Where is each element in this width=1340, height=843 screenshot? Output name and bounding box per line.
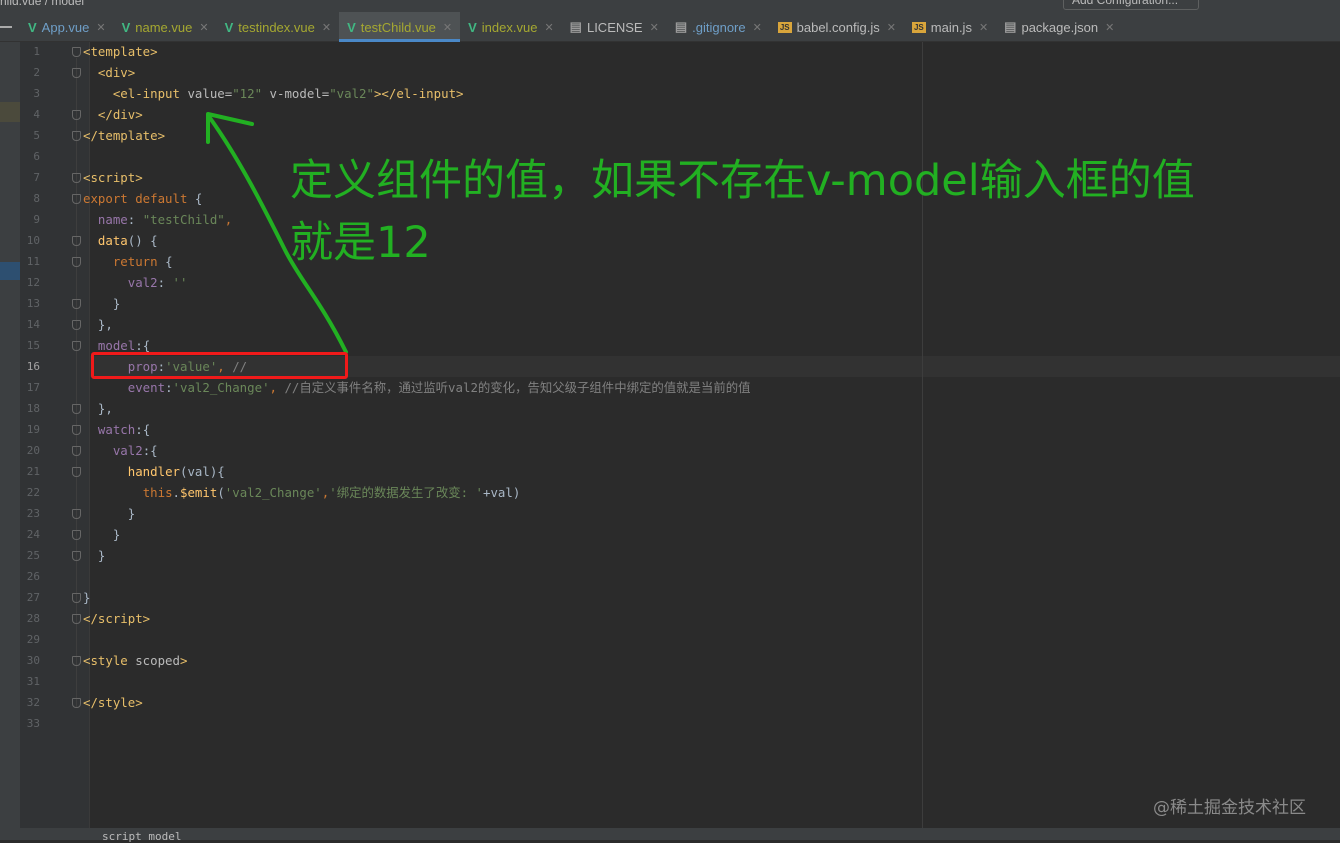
annotation-line-2: 就是12 — [290, 218, 431, 268]
annotation-text: 定义组件的值，如果不存在v-model输入框的值 就是12 — [290, 150, 1330, 274]
annotation-arrow — [206, 112, 348, 354]
watermark: @稀土掘金技术社区 — [1153, 798, 1306, 818]
highlight-box — [91, 352, 348, 379]
annotation-line-1: 定义组件的值，如果不存在v-model输入框的值 — [290, 156, 1195, 206]
